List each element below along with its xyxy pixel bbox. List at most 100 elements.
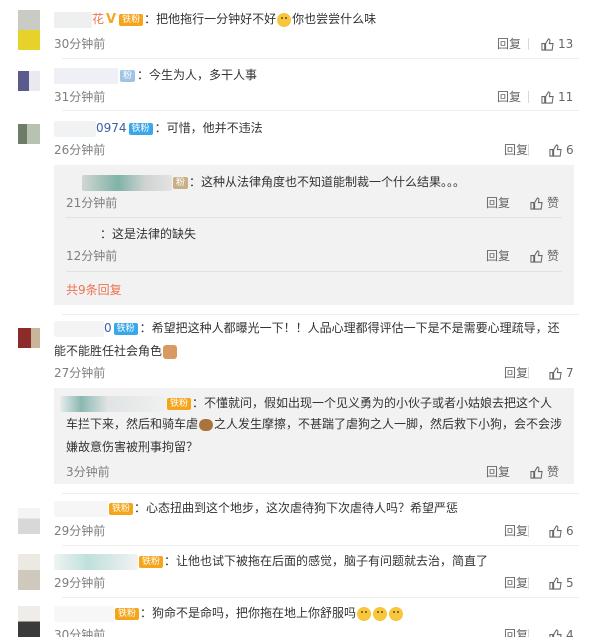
comment-time: 30分钟前 (54, 628, 106, 637)
reply-button[interactable]: 回复 (504, 142, 528, 158)
fan-badge-icon: 铁粉 (115, 607, 140, 620)
fan-badge: 铁粉 (113, 322, 138, 335)
like-count: 7 (566, 366, 574, 380)
comment-time: 29分钟前 (54, 576, 106, 590)
reply-block: 粉：这种从法律角度也不知道能制裁一个什么结果。。。 21分钟前 回复 赞 ：这是… (54, 165, 574, 305)
avatar[interactable] (18, 554, 40, 590)
like-button[interactable]: 4 (549, 627, 574, 637)
like-button[interactable]: 6 (549, 142, 574, 158)
reply-text: 这种从法律角度也不知道能制裁一个什么结果。。。 (201, 175, 466, 189)
more-replies-link[interactable]: 共9条回复 (66, 281, 122, 298)
separator (62, 545, 579, 546)
like-button[interactable]: 赞 (530, 195, 559, 211)
dog-emoji-icon (199, 418, 214, 431)
username-blurred[interactable] (54, 320, 104, 337)
username-blurred[interactable] (82, 174, 172, 191)
thumb-up-icon (549, 144, 562, 157)
emoji-icon (357, 606, 372, 621)
like-button[interactable]: 11 (541, 89, 573, 105)
reply-button[interactable]: 回复 (497, 36, 521, 52)
like-count: 4 (566, 628, 574, 637)
username-blurred[interactable] (54, 500, 108, 517)
avatar[interactable] (18, 508, 40, 534)
reply-button[interactable]: 回复 (486, 464, 510, 480)
like-label: 赞 (547, 196, 560, 210)
reply-button[interactable]: 回复 (504, 575, 528, 591)
separator (62, 314, 579, 315)
reply-button[interactable]: 回复 (504, 523, 528, 539)
emoji-icon (389, 606, 404, 621)
thumb-up-icon (549, 577, 562, 590)
thumb-up-icon (541, 91, 554, 104)
avatar[interactable] (18, 10, 40, 50)
thumb-up-icon (541, 38, 554, 51)
reply-text: 这是法律的缺失 (112, 227, 197, 241)
username-blurred[interactable] (54, 605, 114, 622)
like-button[interactable]: 13 (541, 36, 573, 52)
username[interactable]: 0 (104, 321, 112, 335)
separator (66, 217, 562, 218)
reply-button[interactable]: 回复 (486, 195, 510, 211)
comment-text: 今生为人，多干人事 (149, 68, 258, 82)
comment-time: 29分钟前 (54, 524, 106, 538)
reply-text: 不懂就问，假如出现一个见义勇为的小伙子或者小姑娘去把这个人 (204, 396, 553, 410)
comment-time: 31分钟前 (54, 90, 106, 104)
like-button[interactable]: 赞 (530, 248, 559, 264)
avatar[interactable] (18, 124, 40, 144)
reply-button[interactable]: 回复 (486, 248, 510, 264)
like-button[interactable]: 5 (549, 575, 574, 591)
comment-text: 希望把这种人都曝光一下！！人品心理都得评估一下是不是需要心理疏导，还 (151, 321, 560, 335)
divider (528, 577, 529, 589)
separator (62, 493, 579, 494)
username-blurred[interactable] (54, 553, 138, 570)
fan-badge-icon: 铁粉 (109, 502, 134, 515)
separator (62, 110, 579, 111)
username-blurred[interactable] (60, 395, 166, 412)
comment-text-cont: 能不能胜任社会角色 (54, 344, 163, 358)
reply-text-cont: 嫌故意伤害被刑事拘留？ (66, 440, 199, 454)
reply-time: 21分钟前 (66, 196, 118, 210)
like-label: 赞 (547, 465, 560, 479)
reply-button[interactable]: 回复 (504, 627, 528, 637)
divider (528, 144, 529, 156)
divider (528, 91, 529, 103)
comment-time: 26分钟前 (54, 143, 106, 157)
like-button[interactable]: 7 (549, 365, 574, 381)
comment-text: 让他也试下被拖在后面的感觉，脑子有问题就去治，简直了 (176, 554, 489, 568)
username-blurred[interactable] (54, 120, 96, 137)
divider (528, 367, 529, 379)
username[interactable]: 花 (92, 12, 104, 26)
comment-text: 可惜，他并不违法 (166, 121, 263, 135)
emoji-icon (373, 606, 388, 621)
username-blurred[interactable] (54, 11, 92, 28)
thumb-up-icon (549, 367, 562, 380)
thumb-up-icon (549, 525, 562, 538)
avatar[interactable] (18, 71, 40, 91)
fan-badge-icon: 粉 (173, 176, 189, 189)
fan-badge: 铁粉 (128, 122, 153, 135)
like-count: 6 (566, 143, 574, 157)
fan-badge: 粉 (120, 69, 136, 82)
reply-block: 铁粉 ：不懂就问，假如出现一个见义勇为的小伙子或者小姑娘去把这个人 车拦下来，然后… (54, 388, 574, 484)
separator (62, 597, 579, 598)
thumb-up-icon (549, 629, 562, 637)
like-button[interactable]: 6 (549, 523, 574, 539)
reply-button[interactable]: 回复 (504, 365, 528, 381)
fan-badge-icon: 铁粉 (139, 555, 164, 568)
username[interactable]: 0974 (96, 121, 127, 135)
like-button[interactable]: 赞 (530, 464, 559, 480)
like-label: 赞 (547, 249, 560, 263)
like-count: 11 (558, 90, 574, 104)
reply-button[interactable]: 回复 (497, 89, 521, 105)
like-count: 13 (558, 37, 574, 51)
emoji-icon (277, 12, 292, 27)
divider (528, 525, 529, 537)
username-blurred[interactable] (54, 67, 118, 84)
avatar[interactable] (18, 606, 40, 637)
cat-emoji-icon (163, 344, 178, 359)
divider (528, 38, 529, 50)
reply-text-cont: 之人发生摩擦，不甚踹了虐狗之人一脚，然后救下小狗，会不会涉 (214, 417, 563, 431)
thumb-up-icon (530, 197, 543, 210)
reply-time: 3分钟前 (66, 465, 110, 479)
avatar[interactable] (18, 328, 40, 348)
